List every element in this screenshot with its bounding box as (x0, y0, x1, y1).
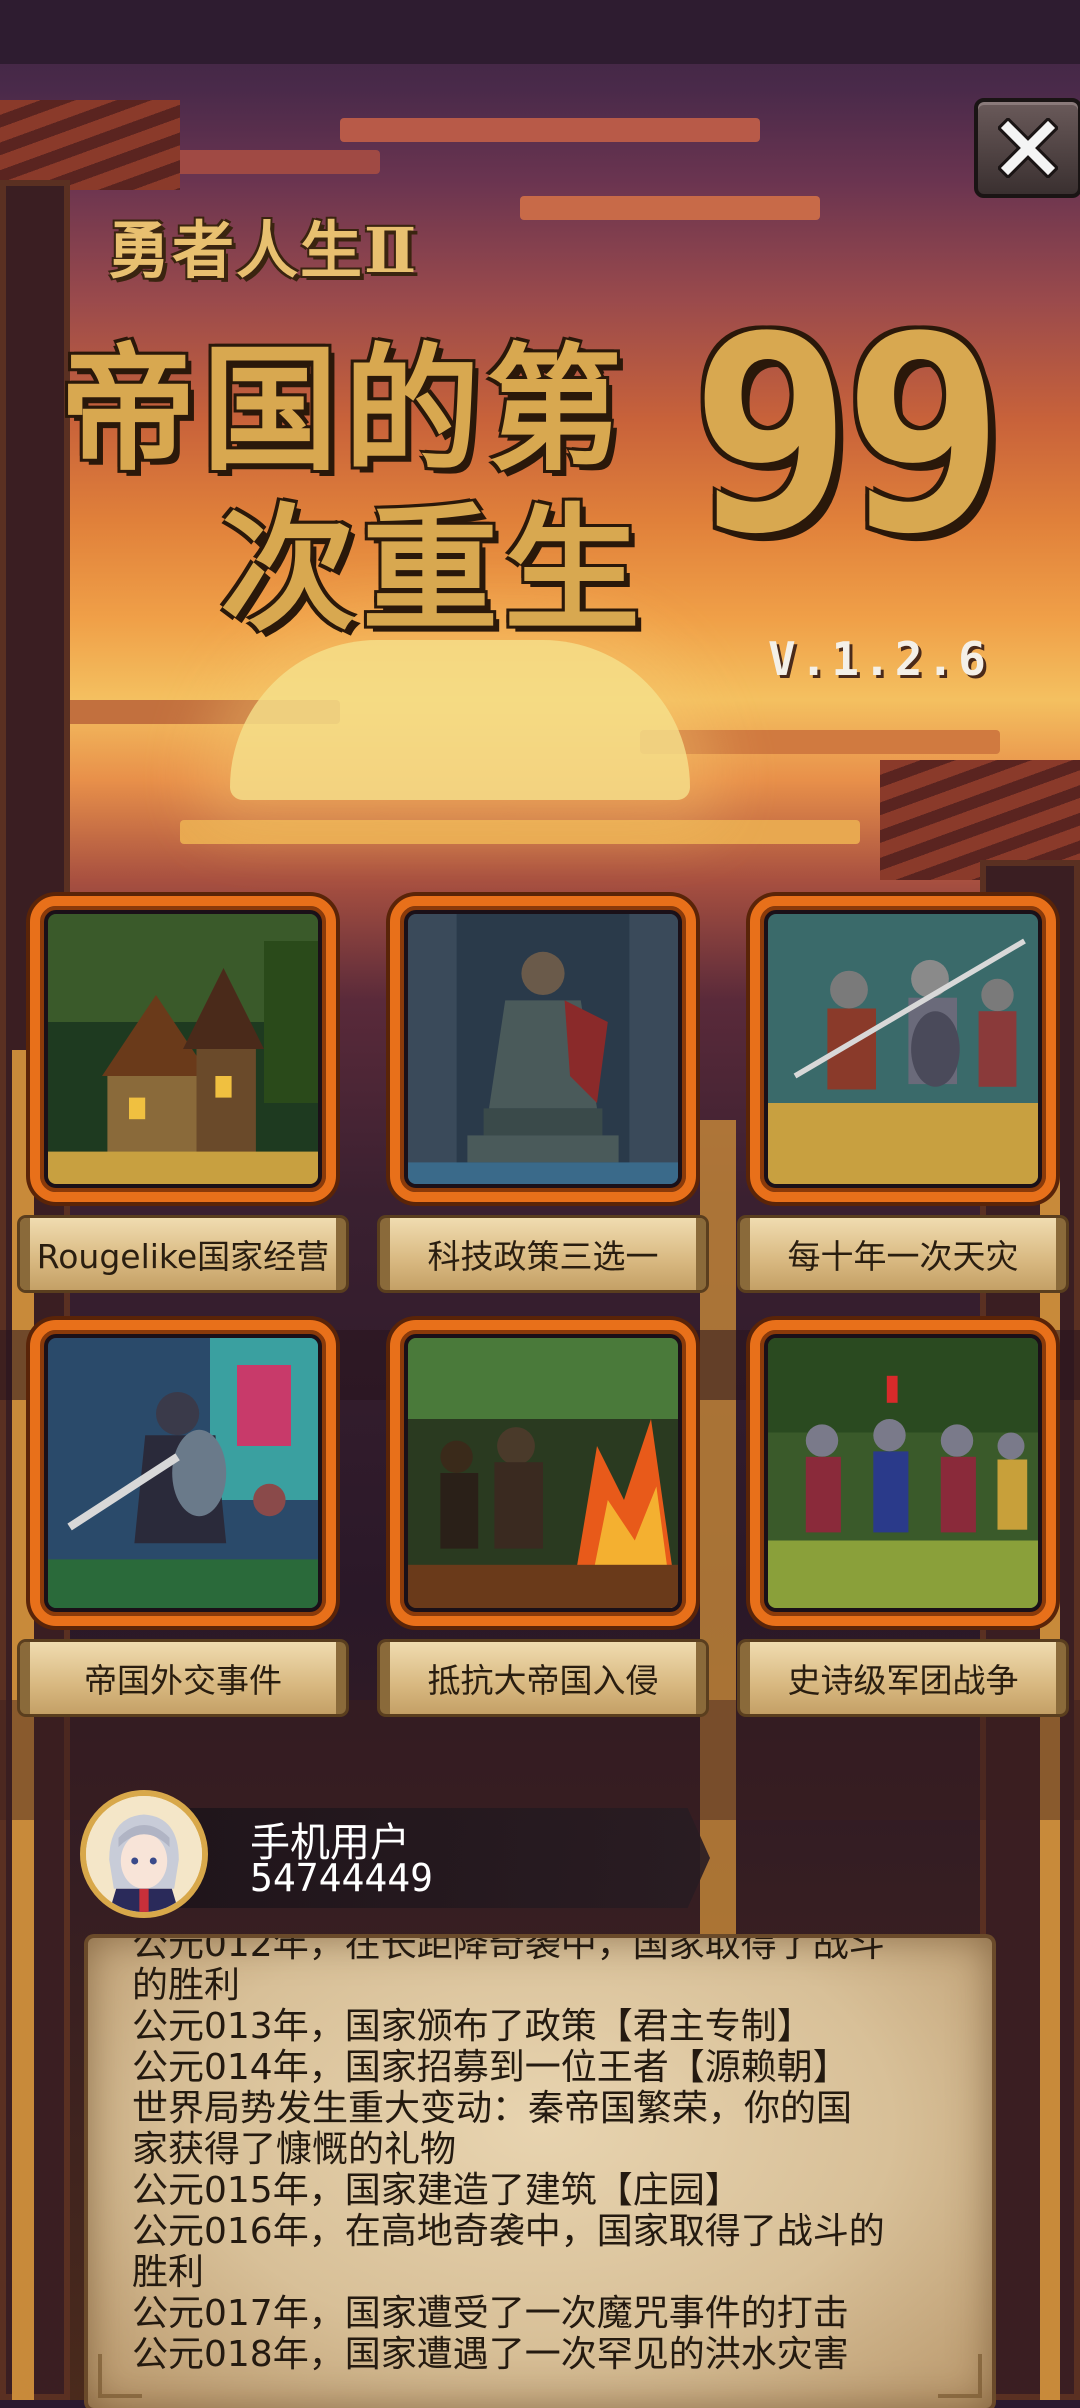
feature-art-frame (390, 896, 696, 1202)
feature-scroll: 科技政策三选一 (380, 1218, 706, 1290)
log-entry: 公元013年，国家颁布了政策【君主专制】 (132, 2006, 813, 2047)
log-entry: 公元017年，国家遭受了一次魔咒事件的打击 (132, 2293, 849, 2334)
close-icon (998, 118, 1058, 178)
knights-art (768, 914, 1038, 1184)
feature-art-frame (390, 1320, 696, 1626)
feature-art-frame (30, 896, 336, 1202)
feature-label: 每十年一次天灾 (787, 1237, 1019, 1276)
feature-scroll: 史诗级军团战争 (740, 1642, 1066, 1714)
warrior-art (48, 1338, 318, 1608)
event-log-text: 公元012年，在长距降奇袭中，国家取得了战斗 的胜利 公元013年，国家颁布了政… (132, 1938, 972, 2375)
user-id: 54744449 (250, 1856, 434, 1900)
statue-art (408, 914, 678, 1184)
fire-battle-art (408, 1338, 678, 1608)
game-series-title: 勇者人生Ⅱ (108, 214, 419, 287)
legion-art (768, 1338, 1038, 1608)
game-title-line2: 次重生 (220, 490, 646, 650)
avatar[interactable] (80, 1790, 208, 1918)
feature-scroll: 每十年一次天灾 (740, 1218, 1066, 1290)
feature-card-nation-management[interactable]: Rougelike国家经营 (20, 896, 346, 1290)
feature-card-legion-war[interactable]: 史诗级军团战争 (740, 1320, 1066, 1714)
log-entry: 公元015年，国家建造了建筑【庄园】 (132, 2170, 741, 2211)
log-entry: 胜利 (132, 2252, 205, 2293)
feature-scroll: 抵抗大帝国入侵 (380, 1642, 706, 1714)
feature-label: 抵抗大帝国入侵 (427, 1661, 659, 1700)
log-entry: 公元014年，国家招募到一位王者【源赖朝】 (132, 2047, 849, 2088)
feature-scroll: 帝国外交事件 (20, 1642, 346, 1714)
feature-art-frame (30, 1320, 336, 1626)
user-profile-badge[interactable]: 手机用户 54744449 (80, 1790, 710, 1918)
log-entry: 公元018年，国家遭遇了一次罕见的洪水灾害 (132, 2334, 849, 2375)
feature-label: 帝国外交事件 (84, 1661, 282, 1700)
log-entry: 家获得了慷慨的礼物 (132, 2129, 457, 2170)
log-entry: 的胜利 (132, 1965, 241, 2006)
log-entry: 公元012年，在长距降奇袭中，国家取得了战斗 (132, 1938, 885, 1965)
log-entry: 世界局势发生重大变动：秦帝国繁荣，你的国 (132, 2088, 853, 2129)
feature-art-frame (750, 1320, 1056, 1626)
log-entry: 公元016年，在高地奇袭中，国家取得了战斗的 (132, 2211, 885, 2252)
town-art (48, 914, 318, 1184)
feature-card-diplomacy[interactable]: 帝国外交事件 (20, 1320, 346, 1714)
event-log-panel[interactable]: 公元012年，在长距降奇袭中，国家取得了战斗 的胜利 公元013年，国家颁布了政… (88, 1938, 992, 2408)
feature-label: 史诗级军团战争 (787, 1661, 1019, 1700)
game-title-number: 99 (690, 277, 1005, 592)
avatar-image (86, 1796, 202, 1912)
feature-art-frame (750, 896, 1056, 1202)
feature-card-tech-policy[interactable]: 科技政策三选一 (380, 896, 706, 1290)
feature-card-resist-invasion[interactable]: 抵抗大帝国入侵 (380, 1320, 706, 1714)
close-button[interactable] (974, 98, 1080, 198)
feature-label: 科技政策三选一 (427, 1237, 659, 1276)
version-label: V.1.2.6 (768, 632, 990, 686)
feature-scroll: Rougelike国家经营 (20, 1218, 346, 1290)
feature-card-disaster[interactable]: 每十年一次天灾 (740, 896, 1066, 1290)
feature-label: Rougelike国家经营 (36, 1237, 330, 1276)
